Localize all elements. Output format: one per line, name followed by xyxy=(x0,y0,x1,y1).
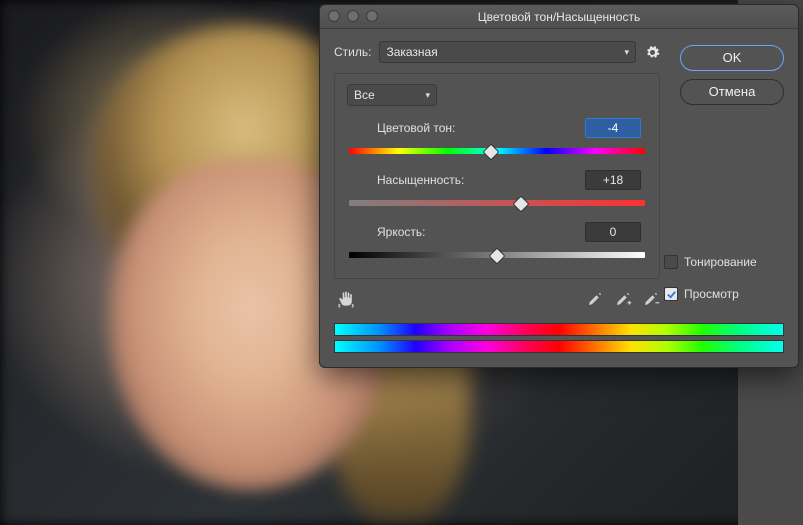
preset-options-button[interactable] xyxy=(644,44,660,60)
style-label: Стиль: xyxy=(334,45,371,59)
eyedropper-subtract-button[interactable] xyxy=(642,290,660,308)
hand-scrub-icon xyxy=(336,289,356,309)
ok-button-label: OK xyxy=(723,50,742,65)
eyedropper-plus-icon xyxy=(614,290,632,308)
lightness-slider-block: Яркость: xyxy=(347,222,647,260)
spectrum-before[interactable] xyxy=(334,323,784,336)
checkmark-icon xyxy=(666,289,677,300)
preview-label: Просмотр xyxy=(684,287,739,301)
saturation-slider-block: Насыщенность: xyxy=(347,170,647,208)
saturation-track xyxy=(349,200,645,206)
cancel-button[interactable]: Отмена xyxy=(680,79,784,105)
eyedropper-group xyxy=(586,290,660,308)
chevron-down-icon: ▾ xyxy=(425,90,430,101)
spectrum-after[interactable] xyxy=(334,340,784,353)
zoom-window-button[interactable] xyxy=(366,10,378,22)
lightness-input[interactable] xyxy=(585,222,641,242)
hue-saturation-dialog: Цветовой тон/Насыщенность Стиль: Заказна… xyxy=(319,4,799,368)
saturation-thumb[interactable] xyxy=(512,196,529,213)
hue-slider-block: Цветовой тон: xyxy=(347,118,647,156)
saturation-input[interactable] xyxy=(585,170,641,190)
color-range-select[interactable]: Все ▾ xyxy=(347,84,437,106)
spectrum-strip-group xyxy=(334,323,784,353)
hue-thumb[interactable] xyxy=(483,144,500,161)
preview-checkbox[interactable] xyxy=(664,287,678,301)
chevron-down-icon: ▾ xyxy=(624,47,629,58)
ok-button[interactable]: OK xyxy=(680,45,784,71)
close-window-button[interactable] xyxy=(328,10,340,22)
window-controls xyxy=(328,10,378,22)
eyedropper-add-button[interactable] xyxy=(614,290,632,308)
hue-slider[interactable] xyxy=(349,144,645,156)
dialog-title: Цветовой тон/Насыщенность xyxy=(478,10,640,24)
hue-label: Цветовой тон: xyxy=(377,121,585,135)
cancel-button-label: Отмена xyxy=(709,84,756,99)
colorize-checkbox-row[interactable]: Тонирование xyxy=(664,255,784,269)
gear-icon xyxy=(645,45,660,60)
saturation-slider[interactable] xyxy=(349,196,645,208)
colorize-label: Тонирование xyxy=(684,255,757,269)
style-select-value: Заказная xyxy=(386,45,437,59)
style-select[interactable]: Заказная ▾ xyxy=(379,41,636,63)
targeted-adjustment-button[interactable] xyxy=(334,289,358,309)
lightness-label: Яркость: xyxy=(377,225,585,239)
hue-input[interactable] xyxy=(585,118,641,138)
eyedropper-minus-icon xyxy=(642,290,660,308)
color-range-value: Все xyxy=(354,88,375,102)
preview-checkbox-row[interactable]: Просмотр xyxy=(664,287,784,301)
saturation-label: Насыщенность: xyxy=(377,173,585,187)
eyedropper-button[interactable] xyxy=(586,290,604,308)
colorize-checkbox[interactable] xyxy=(664,255,678,269)
lightness-thumb[interactable] xyxy=(489,248,506,265)
eyedropper-icon xyxy=(586,290,604,308)
minimize-window-button[interactable] xyxy=(347,10,359,22)
lightness-slider[interactable] xyxy=(349,248,645,260)
adjustment-panel: Все ▾ Цветовой тон: Насыщенность: xyxy=(334,73,660,279)
dialog-titlebar[interactable]: Цветовой тон/Насыщенность xyxy=(320,5,798,29)
